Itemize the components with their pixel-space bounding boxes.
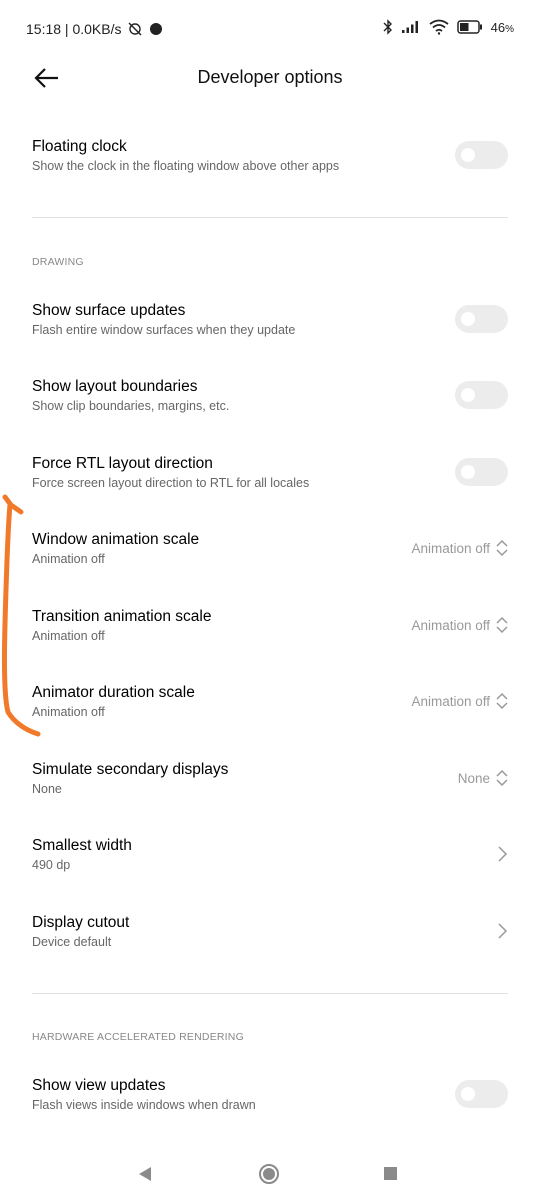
page-title: Developer options [197, 67, 343, 87]
animator-duration-scale-value: Animation off [411, 694, 490, 709]
animator-duration-scale-subtitle: Animation off [32, 705, 105, 719]
show-surface-updates-subtitle: Flash entire window surfaces when they u… [32, 323, 296, 337]
chevron-right-icon [498, 846, 508, 862]
divider [32, 217, 508, 218]
navigation-bar [0, 1148, 540, 1200]
show-view-updates-subtitle: Flash views inside windows when drawn [32, 1098, 256, 1112]
status-bar: 15:18 | 0.0KB/s 46% [0, 0, 540, 60]
app-header: Developer options [0, 55, 540, 103]
smallest-width-subtitle: 490 dp [32, 858, 71, 872]
window-animation-scale-subtitle: Animation off [32, 552, 105, 566]
status-right: 46% [383, 19, 514, 35]
show-view-updates-title: Show view updates [32, 1077, 166, 1094]
chevron-right-icon [498, 923, 508, 939]
battery-level: 46% [490, 19, 514, 35]
simulate-secondary-displays-value: None [457, 771, 490, 786]
transition-animation-scale-value: Animation off [411, 618, 490, 633]
up-down-arrows-icon [496, 616, 508, 634]
smallest-width-title: Smallest width [32, 837, 132, 854]
window-animation-scale-title: Window animation scale [32, 531, 200, 548]
force-rtl-title: Force RTL layout direction [32, 455, 213, 472]
force-rtl-toggle[interactable] [455, 458, 508, 486]
smallest-width-row[interactable]: Smallest width 490 dp [0, 829, 540, 889]
alarm-off-icon [128, 22, 142, 36]
show-view-updates-row[interactable]: Show view updates Flash views inside win… [0, 1069, 540, 1129]
status-time-speed: 15:18 | 0.0KB/s [26, 21, 122, 37]
animator-duration-scale-title: Animator duration scale [32, 684, 195, 701]
animator-duration-scale-row[interactable]: Animator duration scale Animation off An… [0, 676, 540, 736]
force-rtl-row[interactable]: Force RTL layout direction Force screen … [0, 447, 540, 507]
show-layout-boundaries-row[interactable]: Show layout boundaries Show clip boundar… [0, 370, 540, 430]
force-rtl-subtitle: Force screen layout direction to RTL for… [32, 476, 310, 490]
window-animation-scale-value: Animation off [411, 541, 490, 556]
floating-clock-subtitle: Show the clock in the floating window ab… [32, 159, 340, 173]
status-left: 15:18 | 0.0KB/s [26, 21, 163, 37]
show-layout-boundaries-title: Show layout boundaries [32, 378, 198, 395]
transition-animation-scale-title: Transition animation scale [32, 608, 212, 625]
show-layout-boundaries-toggle[interactable] [455, 381, 508, 409]
bluetooth-icon [383, 19, 392, 35]
floating-clock-row[interactable]: Floating clock Show the clock in the flo… [0, 130, 540, 190]
up-down-arrows-icon [496, 692, 508, 710]
up-down-arrows-icon [496, 539, 508, 557]
window-animation-scale-row[interactable]: Window animation scale Animation off Ani… [0, 523, 540, 583]
floating-clock-title: Floating clock [32, 138, 127, 155]
up-down-arrows-icon [496, 769, 508, 787]
show-layout-boundaries-subtitle: Show clip boundaries, margins, etc. [32, 399, 230, 413]
wifi-icon [429, 19, 449, 35]
display-cutout-row[interactable]: Display cutout Device default [0, 906, 540, 966]
signal-icon [401, 21, 418, 33]
show-surface-updates-title: Show surface updates [32, 302, 186, 319]
display-cutout-subtitle: Device default [32, 935, 112, 949]
simulate-secondary-displays-title: Simulate secondary displays [32, 761, 229, 778]
simulate-secondary-displays-row[interactable]: Simulate secondary displays None None [0, 753, 540, 813]
transition-animation-scale-subtitle: Animation off [32, 629, 105, 643]
nav-recents-icon[interactable] [383, 1166, 398, 1181]
show-surface-updates-row[interactable]: Show surface updates Flash entire window… [0, 294, 540, 354]
show-view-updates-toggle[interactable] [455, 1080, 508, 1108]
divider [32, 993, 508, 994]
battery-icon [456, 20, 482, 34]
show-surface-updates-toggle[interactable] [455, 305, 508, 333]
nav-home-icon[interactable] [258, 1163, 280, 1185]
display-cutout-title: Display cutout [32, 914, 130, 931]
transition-animation-scale-row[interactable]: Transition animation scale Animation off… [0, 600, 540, 660]
section-label-hardware: HARDWARE ACCELERATED RENDERING [32, 1031, 244, 1043]
app-notification-icon [150, 23, 163, 35]
floating-clock-toggle[interactable] [455, 141, 508, 169]
nav-back-icon[interactable] [136, 1165, 154, 1183]
section-label-drawing: DRAWING [32, 256, 84, 268]
simulate-secondary-displays-subtitle: None [32, 782, 62, 796]
